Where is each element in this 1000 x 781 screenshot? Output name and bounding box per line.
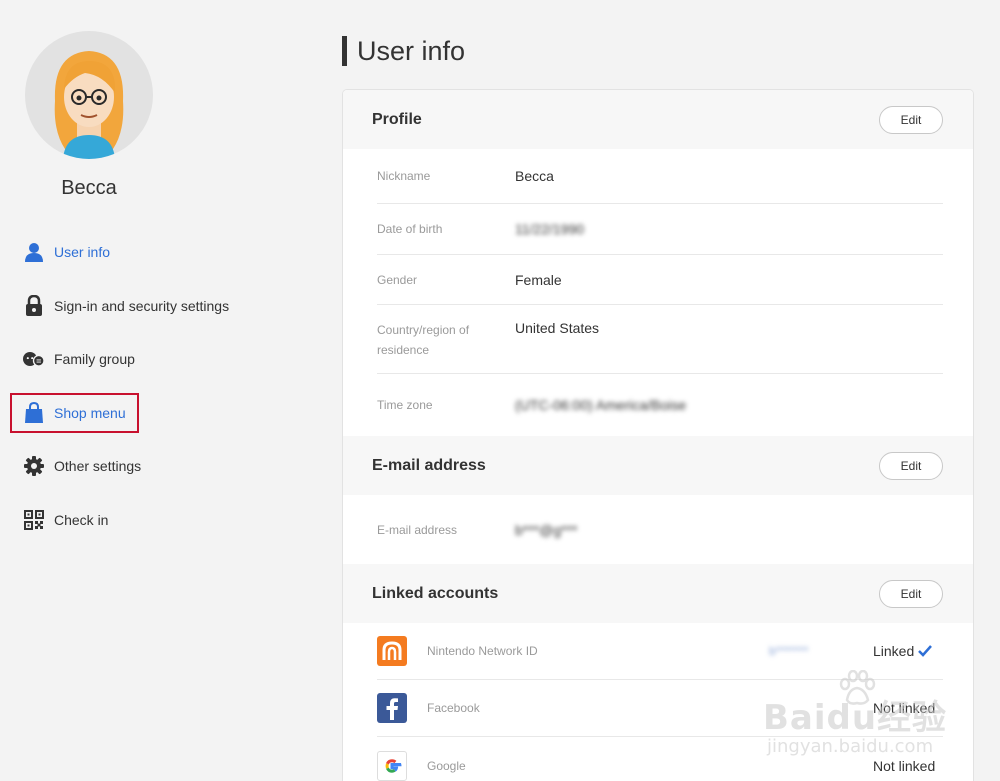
profile-edit-button[interactable]: Edit bbox=[879, 105, 943, 134]
sidebar-item-family-group[interactable]: Family group bbox=[10, 339, 250, 379]
profile-rows: Nickname Becca Date of birth 11/22/1990 … bbox=[343, 149, 973, 436]
email-rows: E-mail address b***@g*** bbox=[343, 495, 973, 564]
user-info-card: Profile Edit Nickname Becca Date of birt… bbox=[342, 89, 974, 781]
field-value: United States bbox=[515, 320, 600, 336]
field-label: Date of birth bbox=[377, 222, 443, 236]
email-section-header: E-mail address Edit bbox=[343, 436, 973, 495]
linked-section-title: Linked accounts bbox=[372, 584, 499, 602]
email-edit-button[interactable]: Edit bbox=[879, 451, 943, 480]
sidebar-nav: User info Sign-in and security settings … bbox=[10, 232, 250, 553]
mii-avatar-icon bbox=[54, 51, 124, 159]
email-section-title: E-mail address bbox=[372, 456, 486, 474]
username: Becca bbox=[61, 177, 117, 199]
sidebar-item-label: Family group bbox=[54, 351, 135, 367]
sidebar-item-label: Other settings bbox=[54, 458, 142, 474]
sidebar: Becca User info Sign-in and security set… bbox=[0, 0, 300, 781]
linked-section-header: Linked accounts Edit bbox=[343, 564, 973, 623]
field-value: (UTC-06:00) America/Boise bbox=[515, 397, 687, 413]
link-status-text: Linked bbox=[873, 643, 915, 659]
family-icon bbox=[23, 349, 44, 370]
link-status-text: Not linked bbox=[873, 757, 936, 774]
sidebar-item-label: Shop menu bbox=[54, 404, 126, 421]
sidebar-item-label: Check in bbox=[54, 511, 109, 528]
google-icon bbox=[377, 750, 407, 781]
field-value: 11/22/1990 bbox=[515, 221, 585, 237]
profile-section-header: Profile Edit bbox=[343, 90, 973, 149]
profile-row-date-of-birth: Date of birth 11/22/1990 bbox=[377, 204, 943, 255]
profile-row-nickname: Nickname Becca bbox=[377, 149, 943, 204]
service-name: Google bbox=[427, 758, 466, 773]
linked-edit-button[interactable]: Edit bbox=[879, 579, 943, 608]
field-label: Gender bbox=[377, 272, 418, 287]
field-value: b***@g*** bbox=[515, 521, 578, 538]
sidebar-item-label: User info bbox=[54, 244, 111, 260]
email-row: E-mail address b***@g*** bbox=[377, 495, 943, 564]
sidebar-item-other-settings[interactable]: Other settings bbox=[10, 446, 250, 486]
link-status: Linked bbox=[873, 643, 933, 659]
service-name: Facebook bbox=[427, 701, 480, 715]
profile-row-country: Country/region of residence United State… bbox=[377, 305, 943, 374]
profile-section-title: Profile bbox=[372, 110, 422, 128]
facebook-icon bbox=[377, 693, 407, 723]
field-value: Female bbox=[515, 271, 562, 288]
sidebar-item-user-info[interactable]: User info bbox=[10, 232, 250, 272]
profile-row-gender: Gender Female bbox=[377, 255, 943, 305]
page-title: User info bbox=[342, 36, 465, 66]
linked-row-google: Google Not linked bbox=[377, 737, 943, 781]
profile-row-time-zone: Time zone (UTC-06:00) America/Boise bbox=[377, 374, 943, 436]
service-id: b******* bbox=[769, 644, 809, 658]
sidebar-item-label: Sign-in and security settings bbox=[54, 297, 230, 314]
lock-icon bbox=[23, 295, 44, 316]
checkmark-icon bbox=[918, 645, 933, 657]
link-status: Not linked bbox=[873, 700, 935, 716]
link-status-text: Not linked bbox=[873, 700, 936, 716]
person-icon bbox=[23, 242, 44, 263]
service-name: Nintendo Network ID bbox=[427, 644, 538, 658]
linked-row-facebook: Facebook Not linked bbox=[377, 680, 943, 737]
field-label: Nickname bbox=[377, 169, 431, 183]
shopping-bag-icon bbox=[23, 402, 44, 423]
sidebar-item-sign-in-security[interactable]: Sign-in and security settings bbox=[10, 286, 250, 326]
nintendo-network-icon bbox=[377, 636, 407, 666]
linked-row-nintendo: Nintendo Network ID b******* Linked bbox=[377, 623, 943, 680]
link-status: Not linked bbox=[873, 758, 935, 774]
gear-icon bbox=[23, 456, 44, 477]
field-label: Time zone bbox=[377, 398, 433, 412]
field-label: E-mail address bbox=[377, 522, 458, 537]
sidebar-item-check-in[interactable]: Check in bbox=[10, 500, 250, 540]
qr-code-icon bbox=[23, 509, 44, 530]
sidebar-item-shop-menu[interactable]: Shop menu bbox=[10, 392, 139, 433]
linked-rows: Nintendo Network ID b******* Linked Face… bbox=[343, 623, 973, 781]
field-value: Becca bbox=[515, 168, 554, 184]
field-label: Country/region of residence bbox=[377, 323, 470, 357]
avatar[interactable] bbox=[25, 31, 153, 159]
